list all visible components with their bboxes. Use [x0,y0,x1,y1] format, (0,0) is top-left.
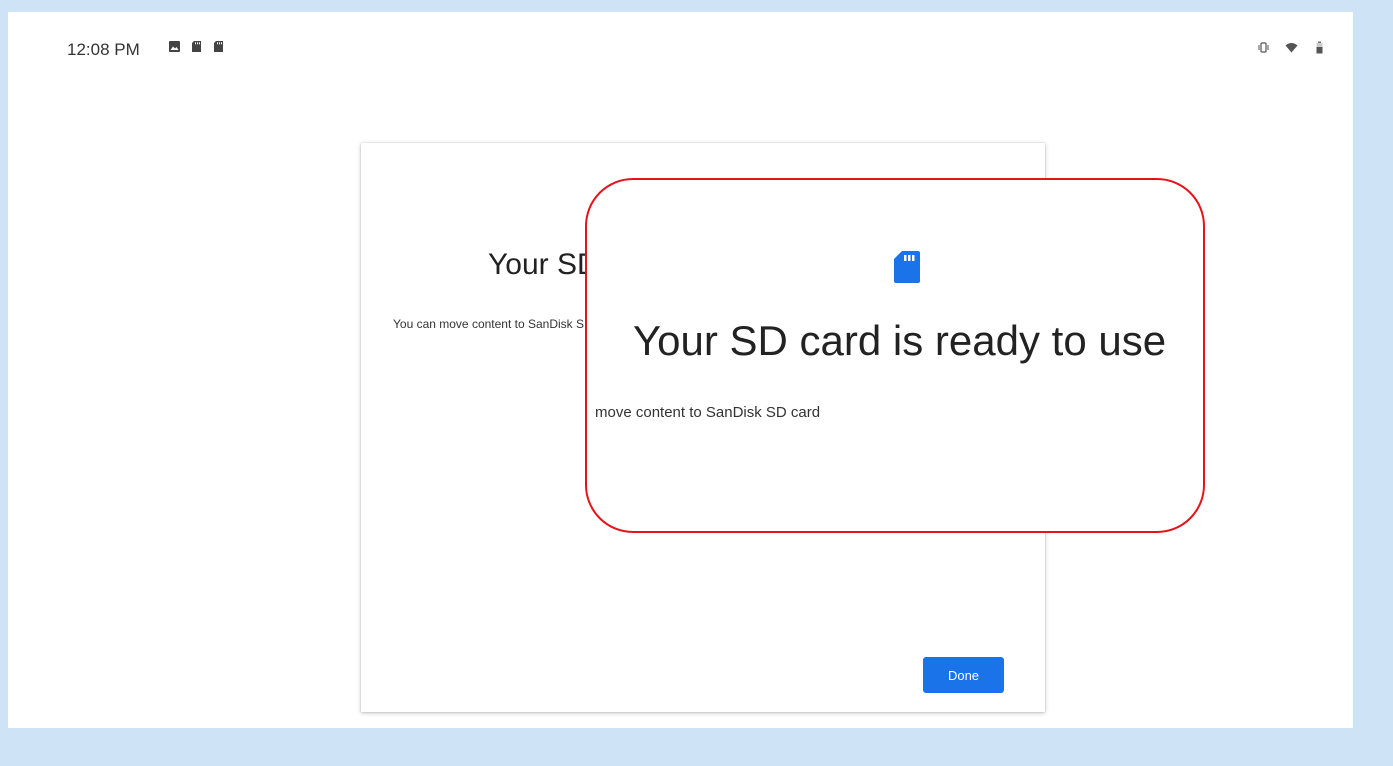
sd-card-icon [190,40,203,53]
zoom-callout: Your SD card is ready to use move conten… [585,178,1205,533]
wifi-icon [1285,41,1298,54]
sd-card-icon [212,40,225,53]
status-time: 12:08 PM [67,40,140,59]
notification-icons [168,40,225,53]
image-icon [168,40,181,53]
status-bar: 12:08 PM [8,12,1353,58]
vibrate-icon [1257,41,1270,54]
battery-icon [1313,41,1326,54]
callout-title: Your SD card is ready to use [633,317,1167,364]
done-button[interactable]: Done [923,657,1004,693]
callout-body-text: move content to SanDisk SD card [595,404,821,421]
system-icons [1257,41,1326,54]
sd-card-icon [893,250,921,284]
